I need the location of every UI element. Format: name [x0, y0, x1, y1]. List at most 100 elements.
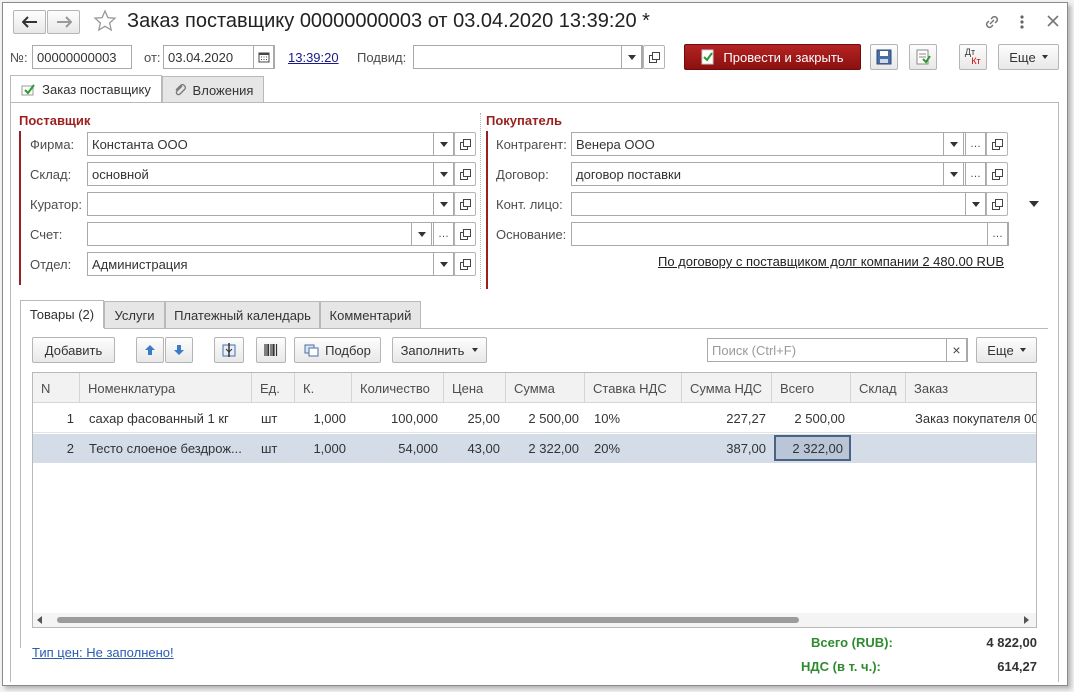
subdiv-open-button[interactable]: [643, 45, 665, 69]
account-select-button[interactable]: …: [433, 223, 454, 245]
clear-icon: ×: [952, 342, 961, 358]
tab-payment-calendar[interactable]: Платежный календарь: [165, 301, 320, 328]
barcode-button[interactable]: [256, 337, 286, 363]
tab-services[interactable]: Услуги: [104, 301, 165, 328]
selection-button[interactable]: Подбор: [294, 337, 381, 363]
favorite-star-icon[interactable]: [93, 9, 117, 36]
account-open-button[interactable]: [454, 222, 476, 246]
move-down-button[interactable]: [165, 337, 193, 363]
col-header-n[interactable]: N: [33, 373, 80, 403]
search-input[interactable]: Поиск (Ctrl+F) ×: [707, 338, 968, 362]
search-clear-button[interactable]: ×: [946, 339, 967, 361]
curator-dropdown-button[interactable]: [433, 193, 454, 215]
kt-label: Кт: [971, 56, 981, 66]
col-header-unit[interactable]: Ед.: [252, 373, 295, 403]
add-button[interactable]: Добавить: [32, 337, 115, 363]
col-header-qty[interactable]: Количество: [352, 373, 444, 403]
split-button[interactable]: [214, 337, 244, 363]
col-header-total[interactable]: Всего: [772, 373, 851, 403]
save-button[interactable]: [870, 44, 898, 70]
warehouse-dropdown-button[interactable]: [433, 163, 454, 185]
forward-button[interactable]: [47, 10, 80, 34]
firm-field[interactable]: Константа ООО: [87, 132, 455, 156]
contract-select-button[interactable]: …: [965, 163, 986, 185]
col-header-vat-sum[interactable]: Сумма НДС: [682, 373, 772, 403]
row-warehouse: [851, 404, 906, 432]
counterparty-label: Контрагент:: [496, 137, 567, 152]
chevron-down-icon: [439, 201, 448, 207]
post-and-close-button[interactable]: Провести и закрыть: [684, 44, 861, 70]
horizontal-scrollbar[interactable]: [33, 613, 1036, 627]
firm-open-button[interactable]: [454, 132, 476, 156]
contact-dropdown-button[interactable]: [965, 193, 986, 215]
date-label: от:: [144, 50, 161, 65]
fill-button[interactable]: Заполнить: [392, 337, 487, 363]
tab-attachments[interactable]: Вложения: [162, 76, 264, 103]
link-icon[interactable]: [983, 13, 1001, 34]
move-up-button[interactable]: [136, 337, 164, 363]
table-more-button[interactable]: Еще: [976, 337, 1037, 363]
subdiv-field[interactable]: [413, 45, 643, 69]
col-header-price[interactable]: Цена: [444, 373, 506, 403]
header-more-button[interactable]: Еще: [998, 44, 1059, 70]
col-header-order[interactable]: Заказ: [906, 373, 1036, 403]
row-order: Заказ покупателя 00: [915, 410, 1037, 426]
subdiv-dropdown-button[interactable]: [621, 46, 642, 68]
price-type-link[interactable]: Тип цен: Не заполнено!: [32, 645, 174, 660]
close-icon[interactable]: [1046, 14, 1060, 31]
date-field[interactable]: 03.04.2020: [163, 45, 275, 69]
curator-field[interactable]: [87, 192, 455, 216]
number-field[interactable]: 00000000003: [32, 45, 132, 69]
scroll-right-arrow-icon[interactable]: [1024, 616, 1029, 624]
contract-dropdown-button[interactable]: [943, 163, 964, 185]
department-dropdown-button[interactable]: [433, 253, 454, 275]
contact-field[interactable]: [571, 192, 987, 216]
inner-tab-line: [104, 328, 1048, 329]
firm-dropdown-button[interactable]: [433, 133, 454, 155]
more-vertical-icon[interactable]: [1019, 13, 1025, 34]
counterparty-open-button[interactable]: [986, 132, 1008, 156]
time-link[interactable]: 13:39:20: [288, 50, 339, 65]
counterparty-dropdown-button[interactable]: [943, 133, 964, 155]
basis-field[interactable]: …: [571, 222, 1009, 246]
tab-comment[interactable]: Комментарий: [320, 301, 421, 328]
floppy-disk-icon: [876, 49, 892, 65]
post-button[interactable]: [909, 44, 937, 70]
col-header-item[interactable]: Номенклатура: [80, 373, 252, 403]
open-form-icon: [459, 138, 471, 150]
basis-select-button[interactable]: …: [987, 223, 1008, 245]
calendar-button[interactable]: [253, 46, 274, 68]
warehouse-field[interactable]: основной: [87, 162, 455, 186]
back-button[interactable]: [13, 10, 46, 34]
row-k: 1,000: [313, 410, 346, 426]
contact-open-button[interactable]: [986, 192, 1008, 216]
department-field[interactable]: Администрация: [87, 252, 455, 276]
contract-field[interactable]: договор поставки …: [571, 162, 987, 186]
chevron-down-icon: [627, 54, 636, 60]
tab-goods[interactable]: Товары (2): [20, 300, 104, 328]
scroll-left-arrow-icon[interactable]: [37, 616, 42, 624]
col-header-warehouse[interactable]: Склад: [851, 373, 906, 403]
table-row[interactable]: 2 Тесто слоеное бездрож... шт 1,000 54,0…: [33, 434, 1036, 463]
counterparty-field[interactable]: Венера ООО …: [571, 132, 987, 156]
table-row[interactable]: 1 сахар фасованный 1 кг шт 1,000 100,000…: [33, 404, 1037, 433]
contract-debt-link[interactable]: По договору с поставщиком долг компании …: [658, 254, 1004, 269]
tab-payment-calendar-label: Платежный календарь: [174, 307, 311, 323]
col-header-k[interactable]: К.: [295, 373, 352, 403]
scrollbar-thumb[interactable]: [57, 617, 799, 623]
contract-open-button[interactable]: [986, 162, 1008, 186]
dt-kt-button[interactable]: Дт Кт: [959, 44, 987, 70]
col-header-vat-rate[interactable]: Ставка НДС: [585, 373, 682, 403]
firm-label: Фирма:: [30, 137, 75, 152]
department-value: Администрация: [92, 256, 188, 272]
account-dropdown-button[interactable]: [411, 223, 432, 245]
warehouse-open-button[interactable]: [454, 162, 476, 186]
expand-triangle-icon[interactable]: [1029, 201, 1039, 207]
col-header-sum[interactable]: Сумма: [506, 373, 585, 403]
department-open-button[interactable]: [454, 252, 476, 276]
counterparty-select-button[interactable]: …: [965, 133, 986, 155]
curator-open-button[interactable]: [454, 192, 476, 216]
tab-supplier-order[interactable]: Заказ поставщику: [10, 75, 162, 103]
account-field[interactable]: …: [87, 222, 455, 246]
row-total-selected[interactable]: 2 322,00: [774, 435, 851, 461]
